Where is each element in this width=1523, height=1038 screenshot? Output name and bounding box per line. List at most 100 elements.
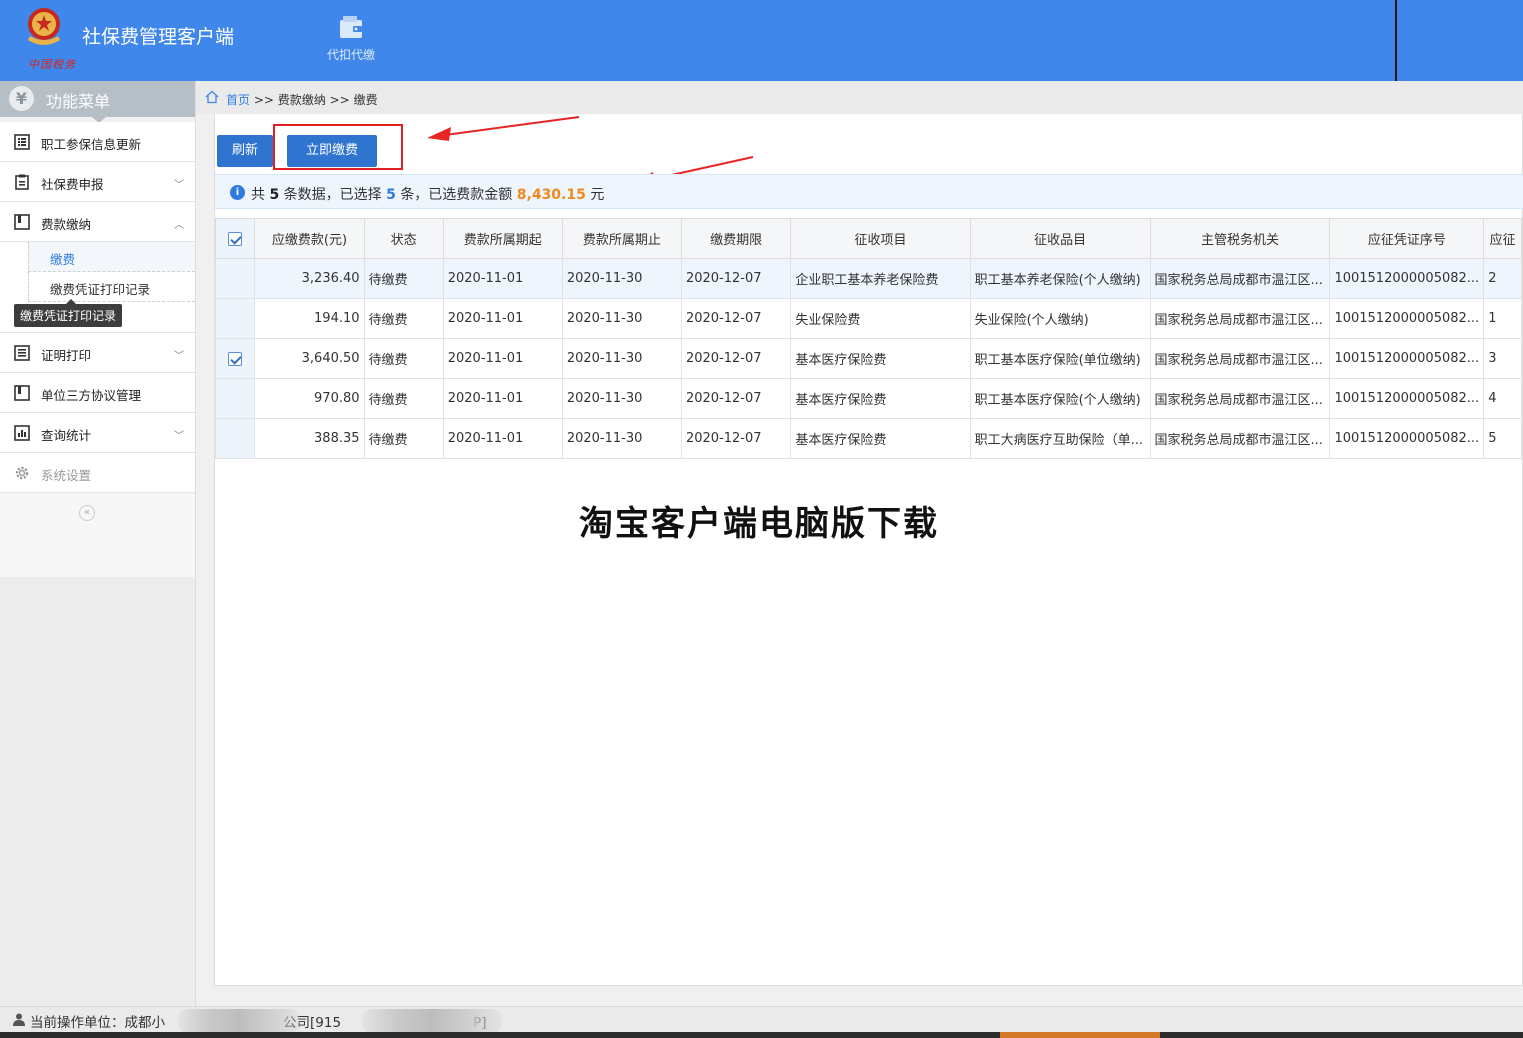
sidebar-item-system-settings[interactable]: 系统设置	[0, 453, 195, 493]
row-select-cell[interactable]	[214, 338, 256, 379]
home-icon	[205, 90, 219, 104]
breadcrumb-home[interactable]: 首页	[226, 93, 250, 107]
table-cell: 1	[1483, 298, 1522, 339]
redaction-blur	[362, 1009, 502, 1033]
table-cell: 国家税务总局成都市温江区...	[1149, 418, 1331, 459]
subitem-label: 缴费凭证打印记录	[50, 282, 151, 297]
column-header[interactable]: 状态	[363, 218, 444, 259]
table-cell: 2020-12-07	[680, 258, 792, 299]
chevron-up-icon: ︿	[174, 220, 184, 231]
select-all-cell[interactable]	[214, 218, 256, 259]
summary-text: 条，已选费款金额	[400, 187, 513, 203]
table-cell: 1001512000005082...	[1329, 258, 1485, 299]
table-cell: 2020-11-01	[442, 258, 563, 299]
row-select-cell[interactable]	[214, 378, 256, 419]
print-list-icon	[14, 345, 30, 361]
table-row[interactable]: 970.80 待缴费 2020-11-01 2020-11-30 2020-12-07 基…	[214, 378, 1522, 419]
table-cell: 5	[1483, 418, 1522, 459]
table-cell: 国家税务总局成都市温江区...	[1149, 298, 1331, 339]
table-cell: 国家税务总局成都市温江区...	[1149, 258, 1331, 299]
sidebar-subitem-pay[interactable]: 缴费	[28, 242, 195, 272]
sidebar-subitem-receipt-records[interactable]: 缴费凭证打印记录	[28, 272, 195, 302]
menu-header: ¥ 功能菜单	[0, 81, 195, 123]
column-header[interactable]: 费款所属期止	[561, 218, 682, 259]
table-cell: 4	[1483, 378, 1522, 419]
sidebar-item-payment[interactable]: 费款缴纳 ︿	[0, 202, 195, 242]
table-cell: 2020-11-01	[442, 378, 563, 419]
emblem-subtext: 中国税务	[28, 58, 76, 71]
current-unit-name-start: 成都小	[124, 1015, 166, 1031]
sidebar-item-label: 查询统计	[41, 428, 92, 443]
table-cell: 待缴费	[363, 378, 444, 419]
sidebar-item-label: 单位三方协议管理	[41, 388, 142, 403]
main-content: 刷新 立即缴费 i 共 5 条数据，已选择 5 条，已选费款金额 8,430.1…	[214, 114, 1523, 986]
chevron-down-icon: ﹀	[174, 180, 184, 191]
table-cell: 970.80	[254, 378, 365, 419]
table-cell: 2020-11-30	[561, 298, 682, 339]
table-cell: 国家税务总局成都市温江区...	[1149, 338, 1331, 379]
column-header[interactable]: 费款所属期起	[442, 218, 563, 259]
book-icon	[14, 385, 30, 401]
row-checkbox[interactable]	[228, 351, 243, 366]
row-select-cell[interactable]	[214, 418, 256, 459]
row-select-cell[interactable]	[214, 258, 256, 299]
tool-withhold-label: 代扣代缴	[326, 48, 375, 62]
table-row[interactable]: 388.35 待缴费 2020-11-01 2020-11-30 2020-12-07 基…	[214, 418, 1522, 459]
refresh-button[interactable]: 刷新	[217, 135, 273, 167]
sidebar-item-tripartite-agreement[interactable]: 单位三方协议管理	[0, 373, 195, 413]
breadcrumb: 首页 >> 费款缴纳 >> 缴费	[196, 81, 1523, 114]
table-row[interactable]: 3,236.40 待缴费 2020-11-01 2020-11-30 2020-12-0…	[214, 258, 1522, 299]
table-cell: 基本医疗保险费	[790, 378, 971, 419]
tool-withhold[interactable]: 代扣代缴	[318, 14, 384, 63]
select-all-checkbox[interactable]	[228, 231, 243, 246]
collapse-sidebar-icon[interactable]: «	[79, 505, 95, 521]
column-header[interactable]: 应缴费款(元)	[254, 218, 365, 259]
column-header[interactable]: 征收品目	[969, 218, 1151, 259]
table-cell: 职工基本养老保险(个人缴纳)	[969, 258, 1151, 299]
watermark-text: 淘宝客户端电脑版下载	[579, 504, 939, 544]
breadcrumb-level2[interactable]: 费款缴纳	[278, 93, 326, 107]
subitem-label: 缴费	[50, 252, 76, 267]
summary-text: 条数据，已选择	[283, 187, 382, 203]
app-title: 社保费管理客户端	[82, 26, 235, 48]
annotation-arrow-icon	[427, 116, 580, 141]
table-cell: 1001512000005082...	[1329, 298, 1485, 339]
column-header[interactable]: 缴费期限	[680, 218, 792, 259]
table-cell: 1001512000005082...	[1329, 338, 1485, 379]
table-cell: 2020-11-30	[561, 258, 682, 299]
table-cell: 3	[1483, 338, 1522, 379]
column-header[interactable]: 主管税务机关	[1149, 218, 1331, 259]
table-cell: 基本医疗保险费	[790, 418, 971, 459]
tax-emblem-logo	[28, 8, 60, 45]
summary-amount: 8,430.15	[516, 187, 586, 203]
book-icon	[14, 214, 30, 230]
chart-icon	[14, 425, 30, 441]
table-cell: 2020-11-01	[442, 298, 563, 339]
table-row[interactable]: 3,640.50 待缴费 2020-11-01 2020-11-30 2020-12-0…	[214, 338, 1522, 379]
table-cell: 1001512000005082...	[1329, 418, 1485, 459]
taskbar-strip	[0, 1032, 1523, 1038]
table-cell: 2020-11-30	[561, 378, 682, 419]
redaction-blur	[178, 1009, 300, 1033]
column-header[interactable]: 应征凭证序号	[1329, 218, 1485, 259]
sidebar-item-employee-info[interactable]: 职工参保信息更新	[0, 122, 195, 162]
column-header[interactable]: 征收项目	[790, 218, 971, 259]
row-select-cell[interactable]	[214, 298, 256, 339]
sidebar-item-query-stats[interactable]: 查询统计 ﹀	[0, 413, 195, 453]
taskbar-accent	[1000, 1032, 1160, 1038]
user-icon	[13, 1013, 25, 1026]
gear-icon	[15, 466, 29, 480]
summary-total-count: 5	[269, 187, 280, 203]
table-cell: 2	[1483, 258, 1522, 299]
table-cell: 企业职工基本养老保险费	[790, 258, 971, 299]
sidebar-item-certificate-print[interactable]: 证明打印 ﹀	[0, 333, 195, 373]
summary-unit: 元	[590, 187, 605, 203]
sidebar-item-label: 费款缴纳	[41, 217, 92, 232]
sidebar-item-declaration[interactable]: 社保费申报 ﹀	[0, 162, 195, 202]
table-cell: 1001512000005082...	[1329, 378, 1485, 419]
column-header[interactable]: 应征	[1483, 218, 1522, 259]
table-row[interactable]: 194.10 待缴费 2020-11-01 2020-11-30 2020-12-07 失…	[214, 298, 1522, 339]
sidebar-item-label: 社保费申报	[41, 177, 104, 192]
sidebar: ¥ 功能菜单 职工参保信息更新 社保费申报 ﹀ 费款缴纳 ︿ 缴费 缴费凭证打印…	[0, 81, 196, 1006]
table-header-row: 应缴费款(元) 状态 费款所属期起 费款所属期止 缴费期限 征收项目 征收品目 …	[214, 218, 1522, 259]
